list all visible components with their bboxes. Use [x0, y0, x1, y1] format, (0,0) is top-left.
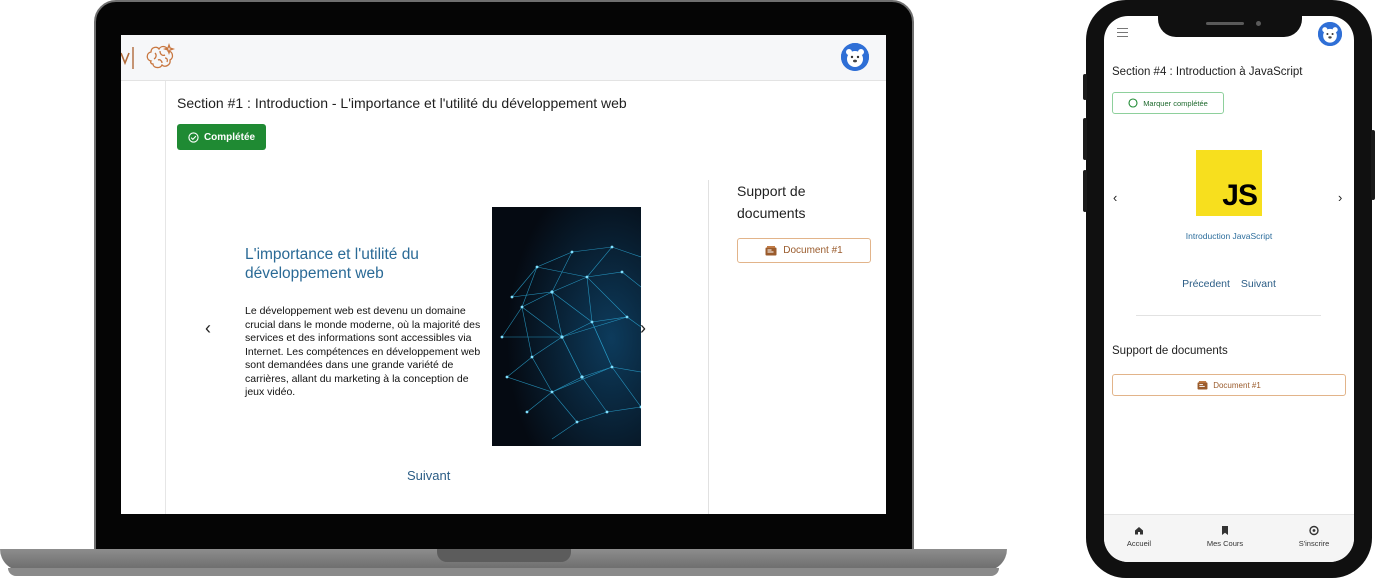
next-link[interactable]: Suivant — [1241, 278, 1276, 290]
slide-body: Le développement web est devenu un domai… — [245, 305, 481, 398]
tab-label: S'inscrire — [1298, 539, 1330, 548]
section-title: Section #1 : Introduction - L'importance… — [177, 95, 627, 111]
tab-accueil[interactable]: Accueil — [1104, 525, 1174, 548]
bottom-navigation: Accueil Mes Cours S'inscrire — [1104, 514, 1354, 562]
desktop-topbar — [121, 35, 886, 81]
bear-avatar-icon — [841, 43, 869, 71]
sidebar-divider — [165, 81, 166, 514]
tab-mes-cours[interactable]: Mes Cours — [1190, 525, 1260, 548]
mobile-document-label: Document #1 — [1213, 380, 1261, 390]
camera — [1256, 21, 1261, 26]
previous-link[interactable]: Précedent — [1182, 278, 1230, 290]
phone-power-button — [1371, 130, 1375, 200]
tab-label: Accueil — [1126, 539, 1152, 548]
laptop-foot — [8, 568, 999, 576]
document-icon — [1197, 380, 1208, 390]
mark-complete-label: Marquer complétée — [1143, 98, 1208, 108]
mobile-user-avatar[interactable] — [1318, 22, 1342, 46]
completed-button[interactable]: Complétée — [177, 124, 266, 150]
bear-avatar-icon — [1318, 22, 1342, 46]
tab-label: Mes Cours — [1206, 539, 1244, 548]
mobile-divider — [1136, 315, 1321, 316]
slide-heading: L'importance et l'utilité du développeme… — [245, 246, 419, 282]
document-icon — [765, 245, 777, 255]
phone-side-button — [1083, 74, 1087, 100]
slide-caption: Introduction JavaScript — [1185, 231, 1273, 241]
chevron-left-icon[interactable]: ‹ — [205, 318, 211, 339]
laptop-notch — [437, 549, 571, 562]
phone-notch — [1158, 16, 1302, 37]
circle-plus-icon — [1309, 525, 1319, 536]
next-link[interactable]: Suivant — [407, 468, 450, 483]
document-button[interactable]: Document #1 — [737, 238, 871, 263]
tab-sinscrire[interactable]: S'inscrire — [1279, 525, 1349, 548]
user-avatar[interactable] — [841, 43, 869, 71]
chevron-right-icon[interactable]: › — [1338, 190, 1342, 205]
document-label: Document #1 — [783, 245, 843, 256]
content-divider — [708, 180, 709, 514]
mobile-slide-nav: Précedent Suivant — [1104, 278, 1354, 290]
mobile-section-title: Section #4 : Introduction à JavaScript — [1112, 66, 1303, 78]
mark-complete-button[interactable]: Marquer complétée — [1112, 92, 1224, 114]
mobile-support-title: Support de documents — [1112, 345, 1228, 357]
speaker — [1206, 22, 1244, 25]
logo-fragment — [121, 47, 134, 69]
js-logo-text: JS — [1222, 179, 1258, 212]
javascript-logo: JS — [1196, 150, 1262, 216]
mobile-screen: Section #4 : Introduction à JavaScript M… — [1104, 16, 1354, 562]
brain-logo-icon[interactable] — [143, 41, 177, 75]
chevron-left-icon[interactable]: ‹ — [1113, 190, 1117, 205]
hamburger-menu-icon[interactable] — [1117, 28, 1128, 38]
circle-icon — [1128, 98, 1138, 108]
completed-label: Complétée — [203, 131, 256, 143]
chevron-right-icon[interactable]: › — [640, 318, 646, 339]
phone-volume-down — [1083, 170, 1087, 212]
network-globe-image — [492, 207, 641, 446]
support-documents-title: Support de documents — [737, 183, 806, 221]
mobile-document-button[interactable]: Document #1 — [1112, 374, 1346, 396]
bookmark-icon — [1222, 526, 1228, 535]
desktop-screen: Section #1 : Introduction - L'importance… — [121, 35, 886, 514]
home-icon — [1135, 527, 1143, 535]
check-circle-icon — [188, 131, 199, 143]
phone-volume-up — [1083, 118, 1087, 160]
